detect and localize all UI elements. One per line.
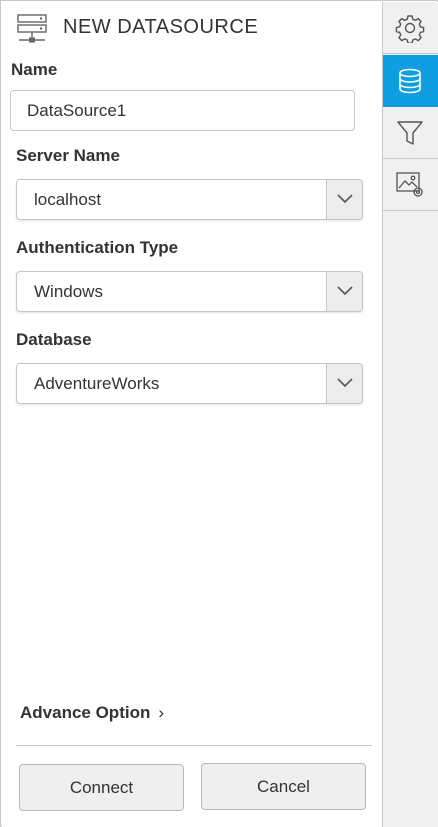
gear-icon	[395, 15, 425, 43]
chevron-down-icon	[337, 194, 353, 204]
server-name-dropdown[interactable]: localhost	[16, 179, 363, 220]
auth-type-dropdown[interactable]: Windows	[16, 271, 363, 312]
name-input[interactable]	[10, 90, 355, 131]
chevron-down-icon	[337, 378, 353, 388]
rail-item-settings[interactable]	[383, 2, 438, 54]
datasource-window: NEW DATASOURCE Name Server Name localhos…	[0, 0, 438, 827]
connect-button[interactable]: Connect	[19, 764, 184, 811]
chevron-down-icon	[337, 286, 353, 296]
panel-header: NEW DATASOURCE	[2, 2, 382, 54]
rail-item-datasource[interactable]	[383, 55, 438, 107]
database-value: AdventureWorks	[34, 374, 160, 393]
rail-item-image-settings[interactable]	[383, 159, 438, 211]
auth-type-value: Windows	[34, 282, 103, 301]
server-name-label: Server Name	[16, 146, 120, 165]
filter-icon	[397, 121, 423, 145]
server-name-dropdown-button[interactable]	[326, 180, 362, 219]
page-title: NEW DATASOURCE	[63, 16, 259, 38]
server-name-value: localhost	[34, 190, 102, 209]
database-label: Database	[16, 330, 92, 349]
server-icon	[15, 13, 49, 45]
side-rail	[382, 2, 438, 827]
name-label: Name	[11, 60, 58, 79]
auth-type-dropdown-button[interactable]	[326, 272, 362, 311]
cancel-button[interactable]: Cancel	[201, 763, 366, 810]
auth-type-label: Authentication Type	[16, 238, 179, 257]
database-dropdown[interactable]: AdventureWorks	[16, 363, 363, 404]
database-icon	[399, 68, 421, 94]
image-settings-icon	[396, 172, 423, 197]
datasource-panel: NEW DATASOURCE Name Server Name localhos…	[2, 2, 382, 827]
advance-option-toggle[interactable]: Advance Option ›	[20, 703, 164, 723]
advance-option-label: Advance Option	[20, 703, 151, 722]
rail-item-filter[interactable]	[383, 107, 438, 159]
chevron-right-icon: ›	[158, 703, 165, 722]
database-dropdown-button[interactable]	[326, 364, 362, 403]
footer-divider	[16, 745, 372, 746]
